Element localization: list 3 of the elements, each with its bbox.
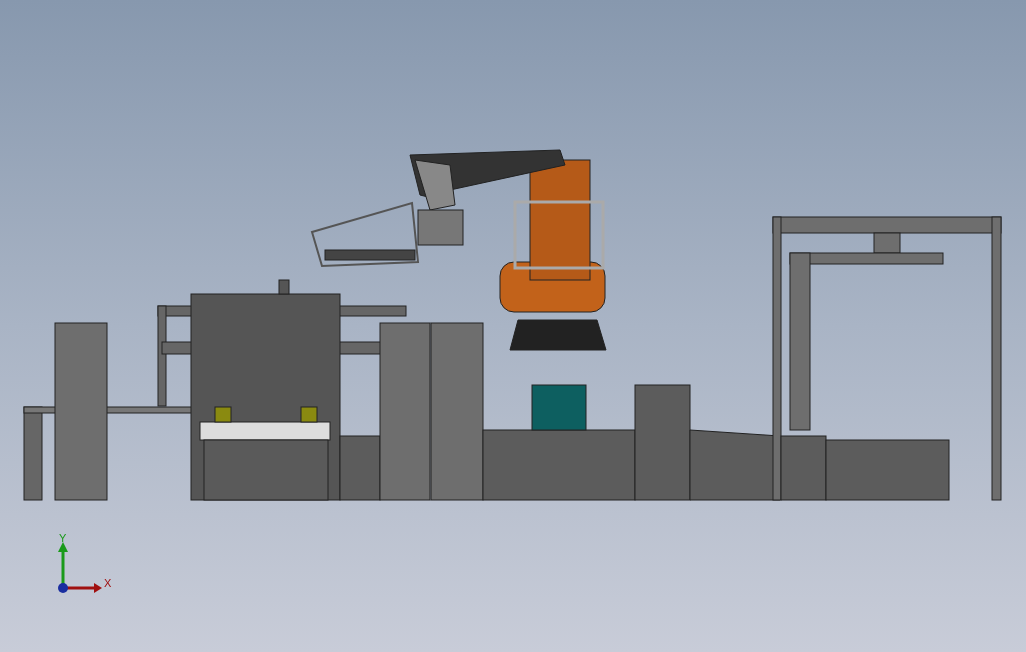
axis-triad-icon xyxy=(58,542,102,593)
y-axis-label: Y xyxy=(59,532,67,544)
x-axis-label: X xyxy=(104,577,112,589)
